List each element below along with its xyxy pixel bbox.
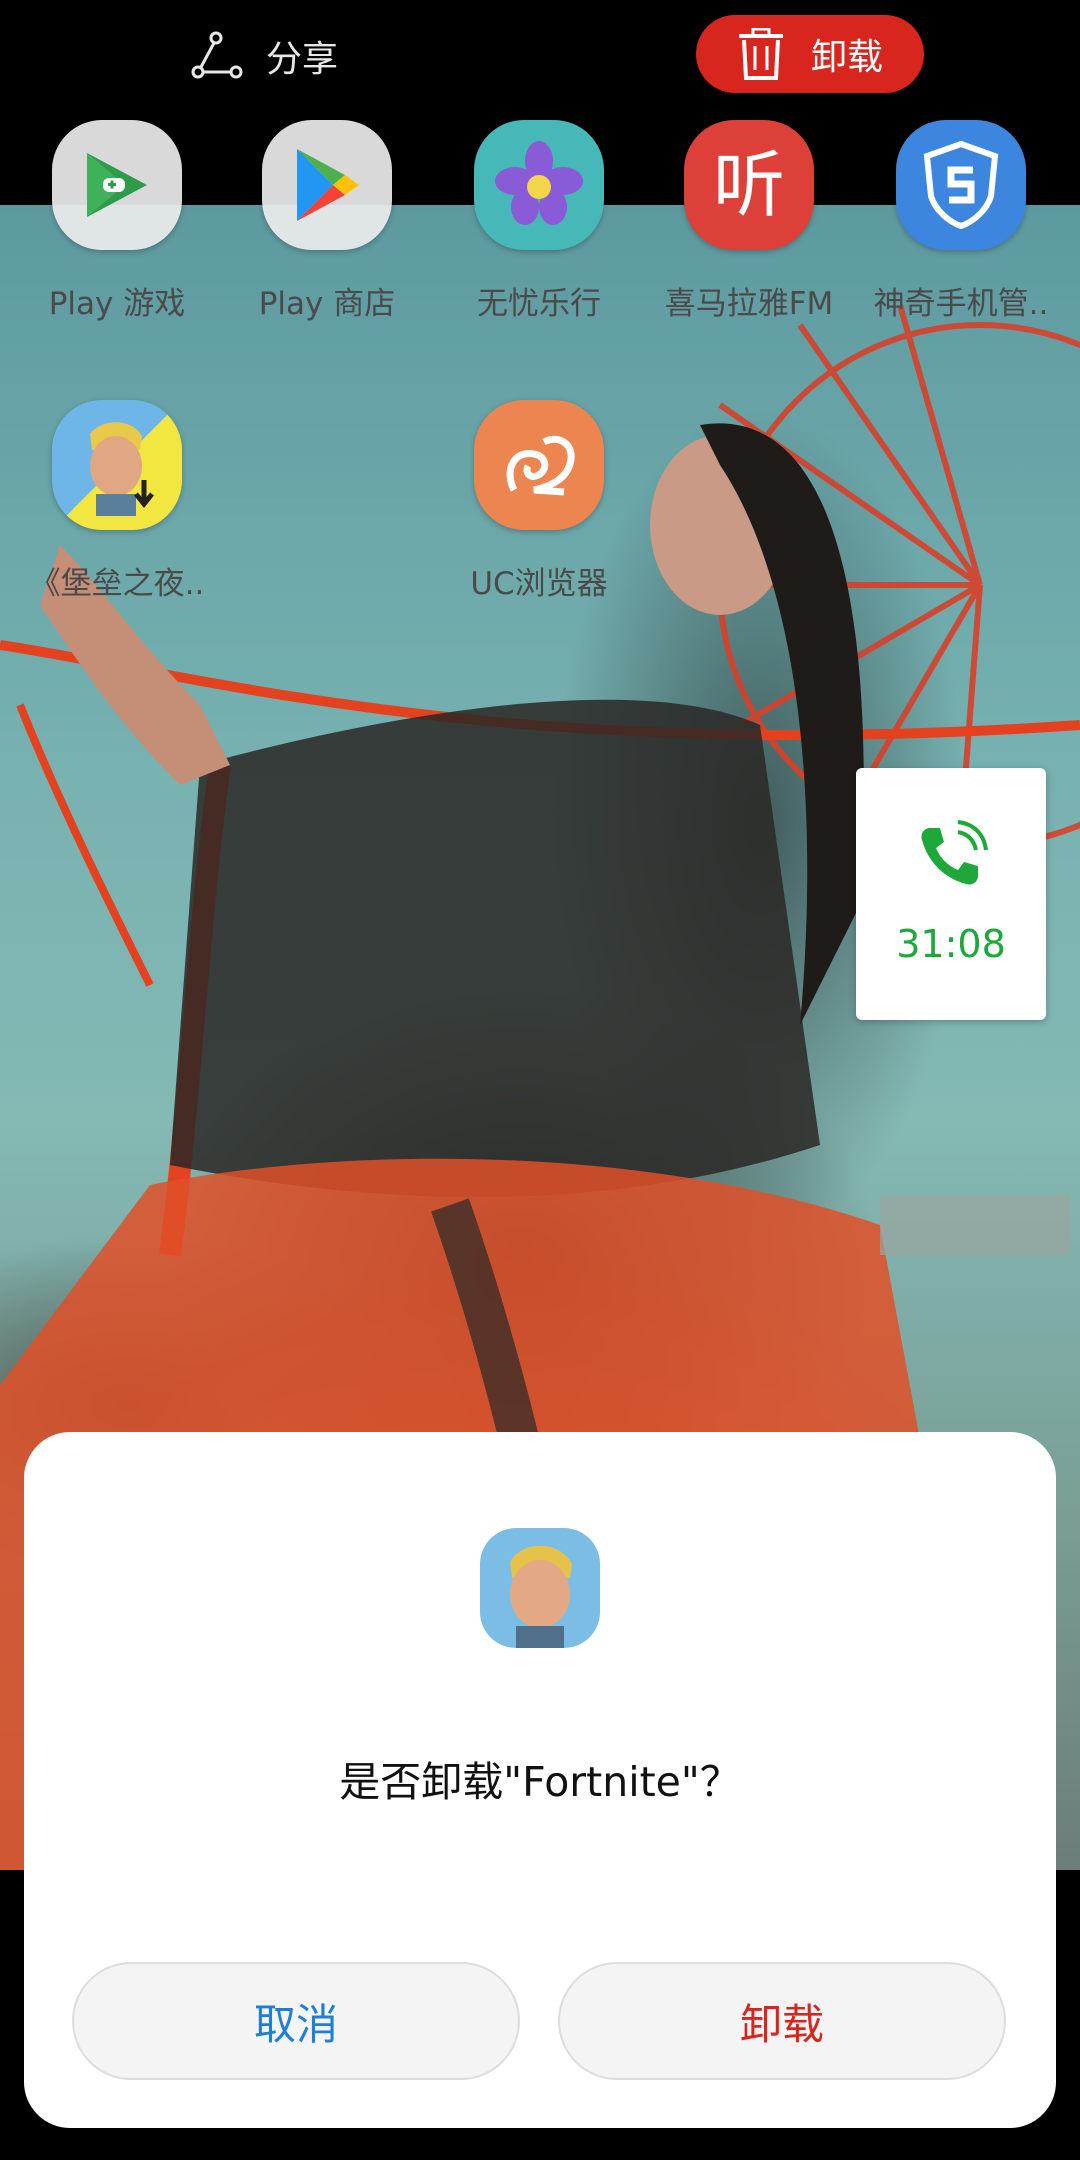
ongoing-call-bubble[interactable]: 31:08 [856,768,1046,1020]
play-games-icon [52,120,182,250]
share-button[interactable]: 分享 [190,20,338,92]
app-label: UC浏览器 [470,566,608,602]
app-label: 《堡垒之夜.. [29,566,205,602]
app-play-store[interactable]: Play 商店 [222,120,432,323]
app-label: Play 游戏 [48,286,186,322]
app-ximalaya[interactable]: 听 喜马拉雅FM [644,120,854,323]
fortnite-download-icon [52,400,182,530]
uc-browser-icon [474,400,604,530]
app-label: 神奇手机管.. [873,286,1049,322]
app-label: 无忧乐行 [477,286,601,322]
app-phone-manager[interactable]: 神奇手机管.. [856,120,1066,323]
dialog-message: 是否卸载"Fortnite"？ [339,1758,741,1806]
share-label: 分享 [266,39,339,80]
confirm-uninstall-button[interactable]: 卸载 [558,1962,1006,2080]
fortnite-icon [480,1528,600,1648]
wuyou-lexing-icon [474,120,604,250]
app-play-games[interactable]: Play 游戏 [12,120,222,323]
ximalaya-icon: 听 [684,120,814,250]
phone-manager-shield-icon [896,120,1026,250]
uninstall-dialog: 是否卸载"Fortnite"？ 取消 卸载 [24,1432,1056,2128]
trash-icon [738,28,783,80]
uninstall-button[interactable]: 卸载 [696,15,924,93]
share-icon [191,31,243,79]
app-label: 喜马拉雅FM [664,286,834,322]
app-fortnite[interactable]: 《堡垒之夜.. [12,400,222,603]
app-uc-browser[interactable]: UC浏览器 [434,400,644,603]
uninstall-label: 卸载 [810,37,883,78]
app-label: Play 商店 [258,286,396,322]
phone-call-icon [921,820,988,885]
app-wuyou-lexing[interactable]: 无忧乐行 [434,120,644,323]
play-store-icon [262,120,392,250]
home-screen: 分享 卸载 Play 游戏 Play 商店 无忧乐行 听 喜马拉雅FM 神奇手机… [0,0,1080,2160]
cancel-button[interactable]: 取消 [72,1962,520,2080]
call-duration: 31:08 [896,922,1006,966]
edit-action-bar: 分享 卸载 [0,0,1080,112]
